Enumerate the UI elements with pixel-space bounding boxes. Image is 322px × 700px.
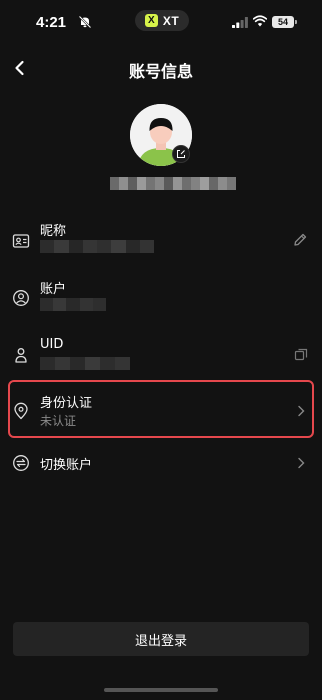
status-bar: 4:21 X XT 54	[0, 0, 322, 44]
edit-avatar-button[interactable]	[172, 145, 190, 163]
nickname-label: 昵称	[40, 224, 67, 239]
uid-label: UID	[40, 337, 64, 352]
home-indicator[interactable]	[104, 688, 218, 692]
wifi-icon	[253, 15, 267, 27]
account-label: 账户	[40, 282, 67, 297]
app-indicator-label: XT	[162, 13, 180, 28]
page-title: 账号信息	[128, 62, 193, 81]
location-pin-icon	[14, 402, 28, 420]
masked-uid-value	[40, 357, 130, 370]
account-row[interactable]: 账户	[0, 276, 322, 322]
nav-header: 账号信息	[0, 50, 322, 86]
switch-account-row[interactable]: 切换账户	[0, 452, 322, 476]
switch-arrows-icon	[13, 455, 29, 471]
cellular-signal-icon	[232, 17, 248, 28]
id-card-icon	[12, 234, 30, 248]
edit-square-icon	[177, 150, 185, 158]
identity-label: 身份认证	[40, 396, 93, 411]
battery-indicator: 54	[272, 16, 297, 28]
status-time: 4:21	[36, 14, 67, 31]
switch-account-label: 切换账户	[40, 458, 93, 473]
logout-button[interactable]: 退出登录	[13, 622, 309, 656]
bell-muted-icon	[78, 15, 92, 29]
user-circle-icon	[13, 290, 29, 306]
masked-nickname-value	[40, 240, 154, 253]
identity-verification-row[interactable]: 身份认证 未认证	[0, 390, 322, 432]
xt-logo-icon: X	[144, 14, 158, 27]
copy-icon[interactable]	[294, 348, 308, 362]
identity-status: 未认证	[40, 414, 77, 428]
masked-account-value	[40, 298, 107, 311]
person-icon	[15, 348, 27, 363]
masked-username	[110, 177, 236, 190]
chevron-right-icon	[298, 405, 305, 417]
app-indicator-pill[interactable]: X XT	[135, 10, 189, 31]
nickname-row[interactable]: 昵称	[0, 218, 322, 264]
uid-row[interactable]: UID	[0, 335, 322, 381]
chevron-right-icon	[298, 457, 305, 469]
pencil-edit-icon[interactable]	[292, 232, 308, 248]
